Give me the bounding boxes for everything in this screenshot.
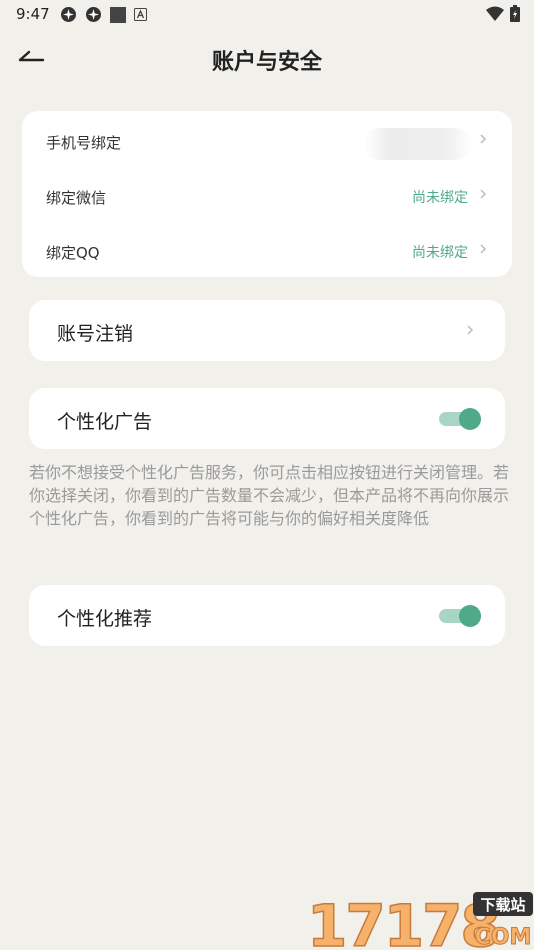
wechat-binding-status: 尚未绑定 [412, 190, 468, 206]
watermark-logo: 17178 下载站 COM [306, 891, 533, 950]
toggle-knob [459, 408, 481, 430]
wifi-icon [486, 6, 504, 21]
chevron-right-icon [480, 134, 487, 144]
status-time: 9:47 [16, 5, 50, 23]
chevron-right-icon [480, 189, 487, 199]
chevron-right-icon [467, 325, 474, 335]
wechat-binding-row[interactable]: 绑定微信 尚未绑定 [22, 169, 512, 224]
page-title: 账户与安全 [211, 50, 322, 75]
personalized-recommend-row: 个性化推荐 [29, 585, 505, 646]
personalized-recommend-label: 个性化推荐 [57, 608, 153, 630]
battery-icon [510, 5, 520, 22]
qq-binding-row[interactable]: 绑定QQ 尚未绑定 [22, 224, 512, 279]
phone-number-blurred [364, 128, 472, 160]
stop-icon [110, 6, 126, 23]
status-bar: 9:47 [0, 0, 534, 28]
qq-binding-label: 绑定QQ [46, 244, 100, 262]
personalized-ads-row: 个性化广告 [29, 388, 505, 449]
status-icons-right [486, 5, 520, 22]
status-icons-left [60, 6, 147, 23]
wechat-binding-label: 绑定微信 [46, 189, 107, 207]
personalized-ads-toggle[interactable] [439, 407, 481, 431]
page-header: 账户与安全 [0, 30, 534, 90]
phone-binding-label: 手机号绑定 [46, 134, 122, 152]
binding-card: 手机号绑定 绑定微信 尚未绑定 绑定QQ 尚未绑定 [22, 111, 512, 277]
qq-binding-status: 尚未绑定 [412, 245, 468, 261]
watermark-number: 17178 [307, 892, 499, 950]
personalized-recommend-toggle[interactable] [439, 604, 481, 628]
account-cancel-label: 账号注销 [57, 323, 134, 345]
phone-binding-row[interactable]: 手机号绑定 [22, 114, 512, 169]
notification-icon [86, 7, 101, 22]
a-icon [134, 8, 147, 21]
personalized-ads-description: 若你不想接受个性化广告服务，你可点击相应按钮进行关闭管理。若你选择关闭，你看到的… [29, 463, 510, 528]
personalized-ads-label: 个性化广告 [57, 411, 153, 433]
notification-icon [61, 7, 76, 22]
account-cancel-row[interactable]: 账号注销 [29, 300, 505, 361]
watermark-domain: COM [475, 925, 532, 950]
toggle-knob [459, 605, 481, 627]
watermark-tag: 下载站 [480, 896, 525, 914]
chevron-right-icon [480, 244, 487, 254]
